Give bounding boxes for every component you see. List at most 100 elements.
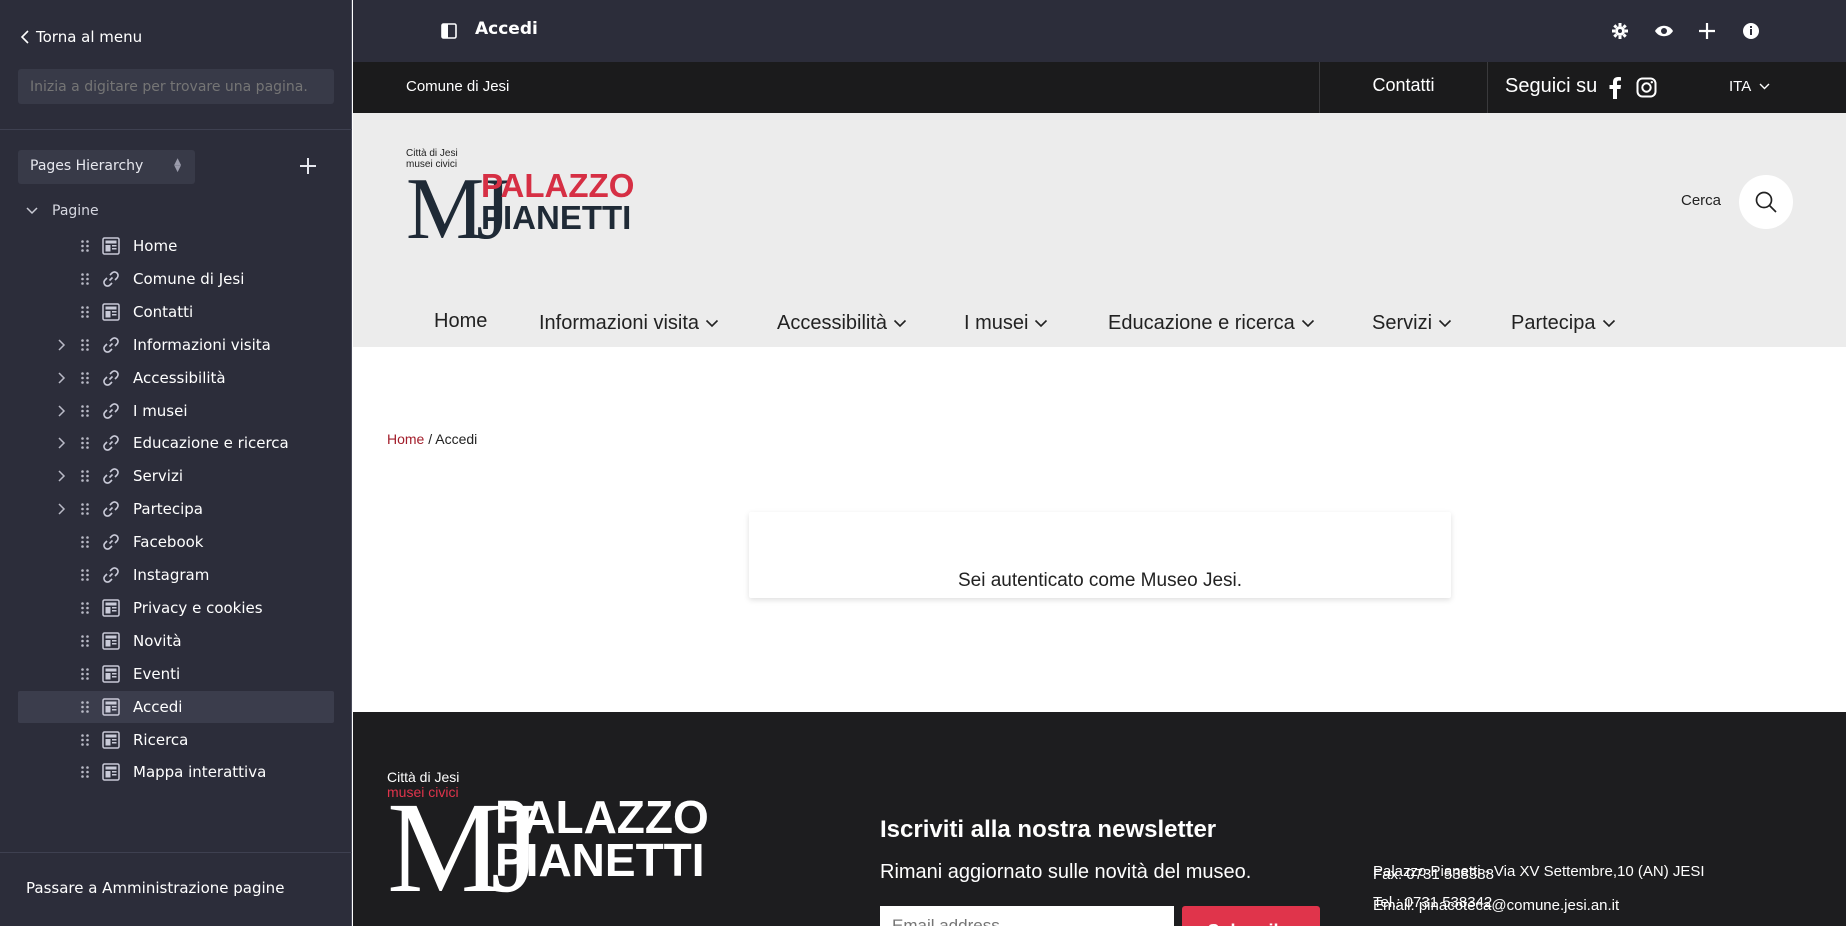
instagram-icon[interactable] xyxy=(1636,77,1657,98)
chevron-down-icon xyxy=(1602,319,1615,328)
chevron-left-icon xyxy=(20,30,29,44)
panel-toggle-icon[interactable] xyxy=(441,23,457,39)
eye-icon[interactable] xyxy=(1654,21,1674,41)
nav-item-label: Informazioni visita xyxy=(539,312,700,334)
drag-handle-icon[interactable] xyxy=(79,436,91,450)
nav-item[interactable]: I musei xyxy=(964,312,1048,335)
auth-message: Sei autenticato come Museo Jesi. xyxy=(957,570,1243,591)
tree-item[interactable]: Mappa interattiva xyxy=(18,756,334,788)
footer-logo[interactable]: Città di Jesi musei civici MJ PALAZZO PI… xyxy=(387,769,709,919)
nav-item-label: Accessibilità xyxy=(777,312,888,334)
drag-handle-icon[interactable] xyxy=(79,502,91,516)
chevron-right-icon[interactable] xyxy=(54,338,68,352)
tree-item[interactable]: Contatti xyxy=(18,296,334,328)
logo-line2: PIANETTI xyxy=(481,199,632,236)
drag-handle-icon[interactable] xyxy=(79,568,91,582)
hierarchy-select[interactable]: Pages Hierarchy ▲ ▼ xyxy=(18,150,195,184)
nav-item-label: Home xyxy=(434,310,488,332)
tree-item[interactable]: Accessibilità xyxy=(18,362,334,394)
drag-handle-icon[interactable] xyxy=(79,634,91,648)
nav-item[interactable]: Educazione e ricerca xyxy=(1108,312,1315,335)
site-logo[interactable]: Città di Jesi musei civici MJ PALAZZO PIA… xyxy=(406,148,636,258)
tree-item[interactable]: Privacy e cookies xyxy=(18,592,334,624)
tree-item-label: I musei xyxy=(133,401,188,420)
select-caret-icon: ▲ ▼ xyxy=(174,157,181,174)
newsletter-title: Iscriviti alla nostra newsletter xyxy=(880,816,1217,843)
info-icon[interactable] xyxy=(1741,21,1761,41)
facebook-icon[interactable] xyxy=(1608,77,1622,99)
tree-item[interactable]: Eventi xyxy=(18,658,334,690)
drag-handle-icon[interactable] xyxy=(79,733,91,747)
comune-link[interactable]: Comune di Jesi xyxy=(406,78,509,95)
tree-item-label: Instagram xyxy=(133,566,210,584)
tree-item[interactable]: Servizi xyxy=(18,460,334,492)
tree-item[interactable]: Instagram xyxy=(18,559,334,591)
drag-handle-icon[interactable] xyxy=(79,535,91,549)
tree-item[interactable]: Comune di Jesi xyxy=(18,263,334,295)
drag-handle-icon[interactable] xyxy=(79,469,91,483)
search-icon xyxy=(1755,191,1777,213)
drag-handle-icon[interactable] xyxy=(79,305,91,319)
drag-handle-icon[interactable] xyxy=(79,765,91,779)
chevron-down-icon[interactable] xyxy=(26,207,38,215)
tree-item[interactable]: Accedi xyxy=(18,690,334,723)
subscribe-button[interactable]: Subscribe xyxy=(1182,906,1320,926)
drag-handle-icon[interactable] xyxy=(79,700,91,714)
back-to-menu-link[interactable]: Torna al menu xyxy=(20,28,142,46)
plus-icon[interactable] xyxy=(1697,21,1717,41)
nav-item[interactable]: Partecipa xyxy=(1511,312,1616,335)
nav-item[interactable]: Accessibilità xyxy=(777,312,907,335)
gear-icon[interactable] xyxy=(1610,21,1630,41)
tree-item[interactable]: Facebook xyxy=(18,526,334,558)
site-preview: Comune di Jesi Contatti Seguici su ITA C… xyxy=(353,62,1846,926)
chevron-right-icon[interactable] xyxy=(54,502,68,516)
back-link-label: Torna al menu xyxy=(36,28,143,46)
link-icon xyxy=(103,468,119,485)
tree-item[interactable]: Partecipa xyxy=(18,493,334,525)
add-page-button[interactable] xyxy=(296,154,320,178)
tree-item-label: Educazione e ricerca xyxy=(133,434,289,453)
newsletter-email-input[interactable] xyxy=(880,906,1174,926)
chevron-down-icon xyxy=(1035,319,1048,328)
chevron-right-icon[interactable] xyxy=(54,469,68,483)
tree-item[interactable]: I musei xyxy=(18,395,334,427)
language-select[interactable]: ITA xyxy=(1729,78,1770,95)
breadcrumb-home[interactable]: Home xyxy=(387,431,424,447)
tree-item[interactable]: Educazione e ricerca xyxy=(18,427,334,459)
footer-email: Email: pinacoteca@comune.jesi.an.it xyxy=(1373,897,1620,914)
tree-item[interactable]: Ricerca xyxy=(18,724,334,756)
tree-item[interactable]: Informazioni visita xyxy=(18,329,334,361)
nav-item[interactable]: Servizi xyxy=(1372,312,1452,335)
divider xyxy=(0,129,352,130)
page-icon xyxy=(102,303,120,321)
tree-root-pages[interactable]: Pagine xyxy=(26,203,99,219)
editor-topbar: Accedi xyxy=(353,0,1846,62)
nav-item[interactable]: Home xyxy=(434,310,487,333)
tree-item-label: Privacy e cookies xyxy=(133,598,263,617)
chevron-right-icon[interactable] xyxy=(54,371,68,385)
drag-handle-icon[interactable] xyxy=(79,272,91,286)
drag-handle-icon[interactable] xyxy=(79,371,91,385)
drag-handle-icon[interactable] xyxy=(79,667,91,681)
drag-handle-icon[interactable] xyxy=(79,239,91,253)
chevron-right-icon[interactable] xyxy=(54,436,68,450)
search-button[interactable] xyxy=(1739,175,1793,229)
tree-item-label: Eventi xyxy=(133,664,181,683)
chevron-right-icon[interactable] xyxy=(54,404,68,418)
chevron-down-icon xyxy=(1301,319,1314,328)
drag-handle-icon[interactable] xyxy=(79,601,91,615)
chevron-down-icon xyxy=(1438,319,1452,328)
contatti-link[interactable]: Contatti xyxy=(1319,62,1488,113)
nav-item-label: Educazione e ricerca xyxy=(1108,312,1295,334)
admin-pages-link[interactable]: Passare a Amministrazione pagine xyxy=(26,879,284,897)
tree-item[interactable]: Novità xyxy=(18,625,334,657)
tree-item-label: Servizi xyxy=(133,467,184,486)
page-search-input[interactable] xyxy=(18,69,334,104)
nav-item[interactable]: Informazioni visita xyxy=(539,312,719,335)
page-title: Accedi xyxy=(475,19,538,39)
drag-handle-icon[interactable] xyxy=(79,404,91,418)
search-label: Cerca xyxy=(1681,192,1722,209)
drag-handle-icon[interactable] xyxy=(79,338,91,352)
tree-item[interactable]: Home xyxy=(18,230,334,262)
nav-item-label: Servizi xyxy=(1372,312,1433,334)
